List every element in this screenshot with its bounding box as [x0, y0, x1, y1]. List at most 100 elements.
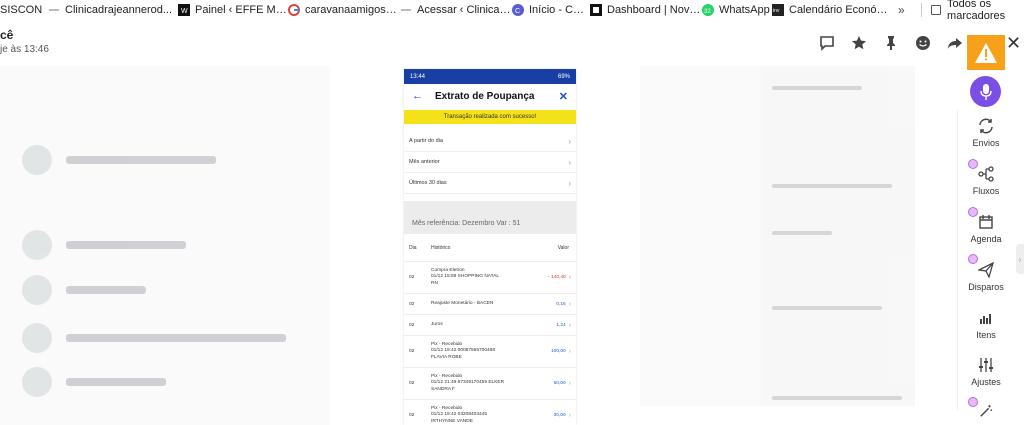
bookmarks-divider: [921, 3, 922, 17]
filter-label: Últimos 30 dias: [409, 180, 447, 186]
transaction-row: 02 Pix - Recebido 01/12 19:42 000875557004…: [404, 336, 576, 368]
row-value-cell: 60,00 ›: [531, 380, 571, 387]
row-day: 02: [409, 413, 415, 418]
svg-text:W: W: [181, 8, 188, 15]
bookmark-caravana[interactable]: caravanaamigosem...: [288, 0, 400, 20]
tool-envios[interactable]: Envios: [962, 118, 1010, 148]
emoji-icon[interactable]: [912, 34, 934, 52]
tool-label: Envios: [972, 138, 1000, 148]
header-history: Histórico: [431, 244, 451, 251]
calendar-icon: [979, 215, 993, 229]
close-icon: ✕: [558, 90, 568, 103]
canva-icon: C: [512, 4, 524, 16]
transaction-row: 02 Pix - Recebido 01/12 19:42 03208403445 I…: [404, 400, 576, 425]
bookmark-siscon[interactable]: SISCON: [0, 0, 48, 20]
warning-button[interactable]: [967, 35, 1005, 70]
transactions-list: 02 Compra Eletron 01/12 15:59 SHOPPING NAT…: [404, 262, 576, 425]
tool-label: Fluxos: [972, 186, 1000, 196]
svg-text:C: C: [515, 8, 520, 15]
page-icon: [400, 4, 412, 16]
folder-label: Todos os marcadores: [947, 0, 1006, 22]
tool-disparos[interactable]: Disparos: [962, 262, 1010, 292]
tool-ajustes[interactable]: Ajustes: [962, 357, 1010, 387]
send-icon: [978, 262, 994, 278]
bookmark-acessar[interactable]: Acessar ‹ Clinicadraj...: [400, 0, 512, 20]
chat-timestamp: je às 13:46: [0, 44, 49, 55]
tool-label: Ajustes: [971, 377, 1001, 387]
phone-status-bar: 13:44 69%: [404, 69, 576, 84]
chevron-right-icon: ›: [568, 348, 571, 355]
chevron-right-icon: ›: [568, 178, 571, 188]
chevron-right-icon: ›: [568, 274, 571, 281]
svg-text:32: 32: [704, 9, 711, 15]
viewer-toolbar: [816, 34, 966, 52]
star-icon[interactable]: [848, 34, 870, 52]
forward-icon[interactable]: [944, 34, 966, 52]
bookmark-dashboard[interactable]: Dashboard | Novo t...: [590, 0, 702, 20]
bookmark-label: Clinicadrajeannerod...: [65, 4, 173, 16]
bookmark-canva[interactable]: C Início - Canva: [512, 0, 590, 20]
bookmark-painel[interactable]: W Painel ‹ EFFE MULTI...: [178, 0, 288, 20]
dimmed-row: [22, 270, 322, 310]
success-toast: Transação realizada com sucesso!: [404, 110, 576, 124]
chevron-right-icon: ›: [568, 136, 571, 146]
row-history-line: Juros: [431, 321, 443, 327]
close-icon[interactable]: ✕: [1006, 33, 1021, 54]
chevron-right-icon: ›: [568, 300, 571, 308]
row-value: - 140,40: [548, 275, 566, 280]
row-history-line: RN: [431, 280, 438, 286]
bookmark-label: Início - Canva: [529, 4, 590, 16]
phone-app-bar: ← Extrato de Poupança ✕: [404, 84, 576, 108]
tool-fluxos[interactable]: Fluxos: [962, 166, 1010, 196]
bookmark-label: Dashboard | Novo t...: [607, 4, 702, 16]
bookmark-label: caravanaamigosem...: [305, 4, 400, 16]
filter-label: Mês anterior: [409, 159, 440, 165]
phone-time: 13:44: [410, 73, 426, 80]
magic-wand-icon: [980, 404, 993, 417]
tool-agenda[interactable]: Agenda: [962, 214, 1010, 244]
dashboard-icon: [590, 4, 602, 16]
voice-button[interactable]: [970, 76, 1001, 107]
row-history: Pix - Recebido 01/12 21:49 67349170459 EL…: [431, 374, 531, 393]
row-value: 100,00: [550, 349, 566, 354]
row-history: Compra Eletron 01/12 15:59 SHOPPING NATAL…: [431, 268, 531, 287]
pin-icon[interactable]: [880, 34, 902, 52]
tool-label: Disparos: [968, 282, 1004, 292]
investing-icon: inv: [772, 4, 784, 16]
sliders-icon: [979, 358, 993, 372]
chevron-right-icon: ›: [568, 321, 571, 329]
row-value: 0,16: [556, 301, 566, 307]
transaction-row: 02 Reajuste Monetário - BACEN 0,16 ›: [404, 294, 576, 315]
tool-strip-divider: [957, 110, 958, 410]
bookmarks-more-button[interactable]: »: [898, 3, 905, 17]
whatsapp-icon: 32: [702, 4, 714, 16]
bookmark-clinica[interactable]: Clinicadrajeannerod...: [48, 0, 178, 20]
dimmed-area: [640, 66, 760, 406]
row-history: Pix - Recebido 01/12 19:42 00087555700468…: [431, 342, 531, 361]
comment-icon[interactable]: [816, 34, 838, 52]
phone-battery: 69%: [557, 73, 570, 80]
row-history-line: FLAVIA ROBE: [431, 354, 462, 360]
row-history: Pix - Recebido 01/12 19:42 03208403445 IRT…: [431, 406, 531, 425]
row-day: 02: [409, 381, 415, 386]
wordpress-icon: W: [178, 4, 190, 16]
header-day: Dia: [409, 244, 417, 251]
row-history-line: Reajuste Monetário - BACEN: [431, 300, 494, 306]
panel-collapse-handle[interactable]: ›: [1016, 244, 1024, 274]
row-value-cell: 100,00 ›: [531, 348, 571, 355]
tool-magic[interactable]: [962, 404, 1010, 422]
transaction-row: 02 Pix - Recebido 01/12 21:49 67349170459 …: [404, 368, 576, 400]
all-bookmarks-folder[interactable]: Todos os marcadores: [931, 0, 1024, 22]
bookmark-whatsapp[interactable]: 32 WhatsApp: [702, 0, 772, 20]
shared-image[interactable]: 13:44 69% ← Extrato de Poupança ✕ Transa…: [404, 69, 576, 425]
bookmark-calendario[interactable]: inv Calendário Económi...: [772, 0, 892, 20]
tool-itens[interactable]: Itens: [962, 310, 1010, 340]
items-icon: [980, 314, 991, 324]
row-day: 02: [409, 301, 415, 307]
filter-row: A partir do dia ›: [404, 131, 576, 152]
svg-text:inv: inv: [773, 8, 780, 14]
dimmed-row: [22, 362, 322, 402]
row-value: 1,24: [556, 322, 566, 328]
dimmed-row: [22, 318, 322, 358]
row-history-line: SANDRA F: [431, 386, 455, 392]
